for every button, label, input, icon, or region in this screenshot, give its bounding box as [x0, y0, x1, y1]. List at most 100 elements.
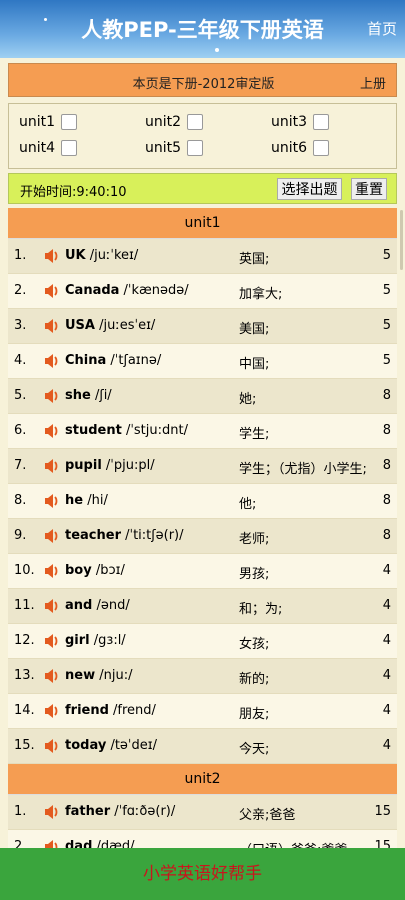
word: USA /juːesˈeɪ/ — [65, 318, 156, 333]
unit-checkbox[interactable] — [61, 140, 78, 156]
count: 8 — [382, 493, 391, 508]
meaning: 学生; — [239, 427, 270, 442]
unit-option-4[interactable]: unit4 — [19, 140, 78, 156]
row-number: 3. — [14, 318, 27, 333]
reset-button[interactable]: 重置 — [351, 178, 387, 200]
speaker-icon[interactable] — [44, 633, 60, 653]
count: 15 — [374, 839, 391, 848]
word-row[interactable]: 1. father /ˈfɑːðə(r)/ 父亲;爸爸 15 — [8, 795, 397, 830]
word-row[interactable]: 10. boy /bɔɪ/男孩; 4 — [8, 554, 397, 589]
phonetic: /gɜ:l/ — [89, 633, 126, 648]
unit-option-6[interactable]: unit6 — [271, 140, 330, 156]
upper-volume-link[interactable]: 上册 — [360, 73, 386, 92]
speaker-icon[interactable] — [44, 528, 60, 548]
word-row[interactable]: 7. pupil /ˈpju:pl/学生；（尤指）小学生; 8 — [8, 449, 397, 484]
word-row[interactable]: 1. UK /juːˈkeɪ/英国; 5 — [8, 239, 397, 274]
meaning: 他; — [239, 497, 257, 512]
unit-option-5[interactable]: unit5 — [145, 140, 204, 156]
meaning: 女孩; — [239, 637, 270, 652]
phonetic: /juːˈkeɪ/ — [85, 248, 139, 263]
speaker-icon[interactable] — [44, 353, 60, 373]
phonetic: /ˈtʃaɪnə/ — [106, 353, 162, 368]
unit-selector: unit1 unit2 unit3 unit4 unit5 unit6 — [8, 103, 397, 169]
word-row[interactable]: 8. he /hi/他; 8 — [8, 484, 397, 519]
word-row[interactable]: 15. today /təˈdeɪ/今天; 4 — [8, 729, 397, 764]
word-row[interactable]: 13. new /nju:/ 新的; 4 — [8, 659, 397, 694]
word-row[interactable]: 6. student /ˈstju:dnt/学生; 8 — [8, 414, 397, 449]
row-number: 4. — [14, 353, 27, 368]
word-row[interactable]: 14. friend /frend/朋友; 4 — [8, 694, 397, 729]
app-header: 人教PEP-三年级下册英语 首页 — [0, 0, 405, 58]
unit-option-3[interactable]: unit3 — [271, 114, 330, 130]
row-number: 7. — [14, 458, 27, 473]
count: 4 — [382, 563, 391, 578]
word-row[interactable]: 5. she /ʃi/她; 8 — [8, 379, 397, 414]
word-row[interactable]: 2. dad /dæd/ （口语）爸爸;爹爹 15 — [8, 830, 397, 848]
unit-option-1[interactable]: unit1 — [19, 114, 78, 130]
count: 4 — [382, 668, 391, 683]
count: 5 — [382, 318, 391, 333]
speaker-icon[interactable] — [44, 598, 60, 618]
speaker-icon[interactable] — [44, 423, 60, 443]
word: dad /dæd/ — [65, 839, 135, 848]
version-bar: 本页是下册-2012审定版 上册 — [8, 63, 397, 97]
phonetic: /ˈpju:pl/ — [101, 458, 155, 473]
row-number: 12. — [14, 633, 35, 648]
speaker-icon[interactable] — [44, 388, 60, 408]
word-row[interactable]: 3. USA /juːesˈeɪ/美国; 5 — [8, 309, 397, 344]
count: 8 — [382, 458, 391, 473]
unit-checkbox[interactable] — [187, 140, 204, 156]
meaning: 朋友; — [239, 707, 270, 722]
speaker-icon[interactable] — [44, 563, 60, 583]
meaning: 美国; — [239, 322, 270, 337]
word: he /hi/ — [65, 493, 108, 508]
word: pupil /ˈpju:pl/ — [65, 458, 155, 473]
speaker-icon[interactable] — [44, 703, 60, 723]
unit-label: unit4 — [19, 140, 56, 156]
section-header: unit1 — [8, 208, 397, 239]
page-title: 人教PEP-三年级下册英语 — [81, 18, 324, 42]
select-questions-button[interactable]: 选择出题 — [277, 178, 342, 200]
speaker-icon[interactable] — [44, 839, 60, 848]
scrollbar[interactable] — [400, 210, 403, 270]
speaker-icon[interactable] — [44, 738, 60, 758]
word-row[interactable]: 12. girl /gɜ:l/女孩; 4 — [8, 624, 397, 659]
phonetic: /hi/ — [83, 493, 108, 508]
phonetic: /ənd/ — [92, 598, 130, 613]
phonetic: /frend/ — [108, 703, 156, 718]
word-row[interactable]: 2. Canada /ˈkænədə/加拿大; 5 — [8, 274, 397, 309]
unit-option-2[interactable]: unit2 — [145, 114, 204, 130]
speaker-icon[interactable] — [44, 248, 60, 268]
speaker-icon[interactable] — [44, 493, 60, 513]
meaning: 学生；（尤指）小学生; — [239, 462, 367, 477]
home-link[interactable]: 首页 — [367, 18, 397, 39]
word-row[interactable]: 11. and /ənd/和；为; 4 — [8, 589, 397, 624]
unit-checkbox[interactable] — [61, 114, 78, 130]
row-number: 10. — [14, 563, 35, 578]
speaker-icon[interactable] — [44, 318, 60, 338]
meaning: 加拿大; — [239, 287, 283, 302]
word: UK /juːˈkeɪ/ — [65, 248, 139, 263]
word: father /ˈfɑːðə(r)/ — [65, 804, 176, 819]
unit-checkbox[interactable] — [187, 114, 204, 130]
footer-banner[interactable]: 小学英语好帮手 — [0, 848, 405, 900]
phonetic: /ˈti:tʃə(r)/ — [121, 528, 184, 543]
word-row[interactable]: 4. China /ˈtʃaɪnə/中国; 5 — [8, 344, 397, 379]
row-number: 15. — [14, 738, 35, 753]
phonetic: /dæd/ — [92, 839, 135, 848]
word-row[interactable]: 9. teacher /ˈti:tʃə(r)/ 老师; 8 — [8, 519, 397, 554]
row-number: 2. — [14, 283, 27, 298]
word-list[interactable]: unit1 1. UK /juːˈkeɪ/英国; 5 2. Canada /ˈkænədə… — [8, 208, 397, 848]
word: friend /frend/ — [65, 703, 156, 718]
speaker-icon[interactable] — [44, 283, 60, 303]
unit-checkbox[interactable] — [313, 140, 330, 156]
unit-checkbox[interactable] — [313, 114, 330, 130]
speaker-icon[interactable] — [44, 458, 60, 478]
row-number: 6. — [14, 423, 27, 438]
meaning: 新的; — [239, 672, 270, 687]
speaker-icon[interactable] — [44, 804, 60, 824]
unit-label: unit6 — [271, 140, 308, 156]
phonetic: /təˈdeɪ/ — [106, 738, 157, 753]
speaker-icon[interactable] — [44, 668, 60, 688]
word: boy /bɔɪ/ — [65, 563, 125, 578]
